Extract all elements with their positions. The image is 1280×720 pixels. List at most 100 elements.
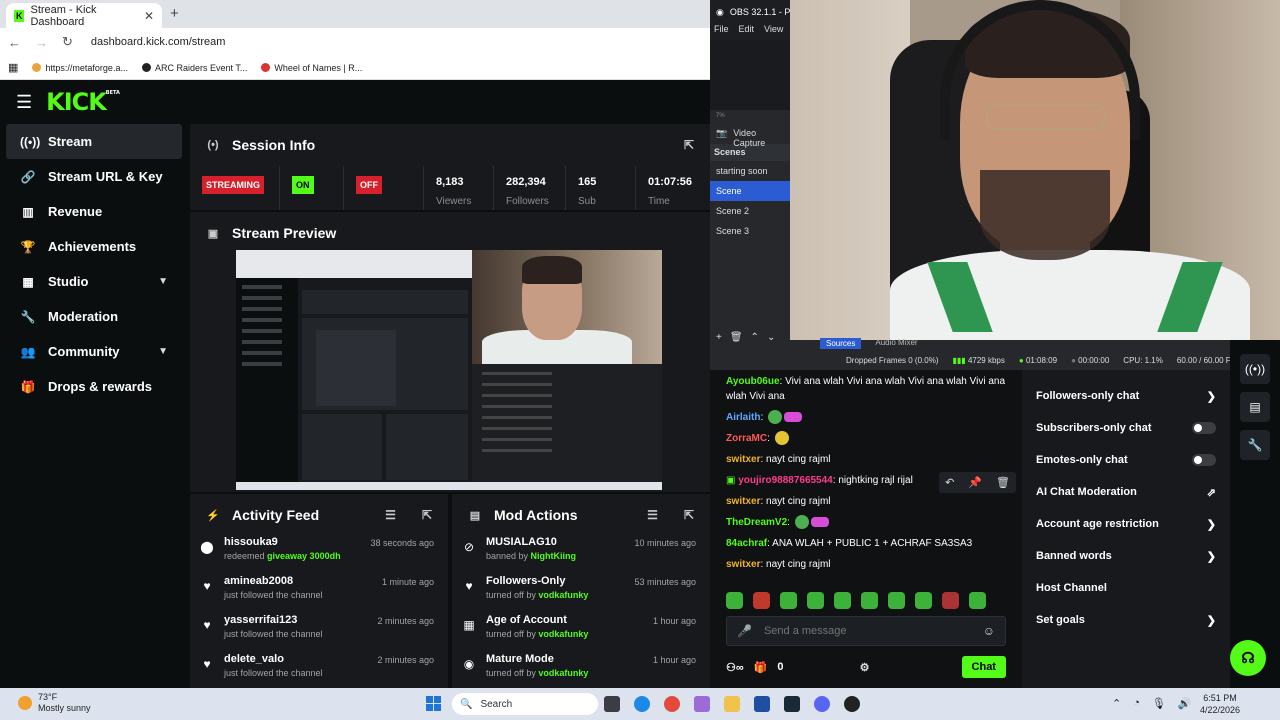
filter-icon[interactable]: ☰ (647, 508, 658, 522)
taskbar-search[interactable]: 🔍 Search (452, 693, 598, 715)
store-icon[interactable] (754, 696, 770, 712)
list-item: ♥ delete_valo just followed the channel 2… (190, 653, 448, 692)
kick-logo[interactable]: KICK BETA (46, 88, 120, 116)
apps-icon[interactable]: ▦ (8, 61, 18, 74)
toggle-switch[interactable] (1192, 454, 1216, 466)
obs-scene-item[interactable]: Scene 3 (710, 221, 790, 241)
chevron-down-icon: ▼ (158, 346, 168, 357)
obs-zoom-level[interactable]: 7% (710, 110, 790, 124)
emote-icon[interactable] (969, 592, 986, 609)
obs-scene-item[interactable]: Scene 2 (710, 201, 790, 221)
host-channel[interactable]: Host Channel (1022, 572, 1230, 604)
toggle-switch[interactable] (1192, 422, 1216, 434)
sidebar-item-community[interactable]: 👥 Community ▼ (6, 334, 182, 369)
external-link-icon: ⇗ (1206, 486, 1216, 499)
emote-icon[interactable] (753, 592, 770, 609)
new-tab-icon[interactable]: + (170, 5, 179, 22)
banned-words[interactable]: Banned words ❯ (1022, 540, 1230, 572)
steam-icon[interactable] (784, 696, 800, 712)
set-goals[interactable]: Set goals ❯ (1022, 604, 1230, 636)
off-badge[interactable]: OFF (356, 176, 382, 194)
trash-icon[interactable]: 🗑 (996, 476, 1010, 489)
emote-icon[interactable] (915, 592, 932, 609)
followers-only-chat[interactable]: Followers-only chat ❯ (1022, 380, 1230, 412)
obs-scene-item[interactable]: starting soon (710, 161, 790, 181)
popout-icon[interactable]: ⇱ (422, 508, 432, 522)
popout-icon[interactable]: ⇱ (684, 138, 694, 152)
emoji-icon[interactable]: ☺ (983, 624, 995, 638)
discord-icon[interactable] (814, 696, 830, 712)
forward-icon[interactable]: → (35, 35, 48, 50)
browser-tab[interactable]: K Stream - Kick Dashboard ✕ (6, 3, 162, 28)
off-stat[interactable]: OFF (344, 166, 424, 210)
users-icon[interactable]: ⚇∞ (726, 661, 744, 674)
emote-icon[interactable] (780, 592, 797, 609)
emote-icon[interactable] (807, 592, 824, 609)
wrench-icon[interactable]: 🔧 (1240, 430, 1270, 460)
bookmark-item[interactable]: https://metaforge.a... (32, 63, 128, 73)
obs-tab-sources[interactable]: Sources (820, 338, 862, 349)
microphone-icon[interactable]: 🎤 (737, 624, 752, 638)
emote-icon[interactable] (726, 592, 743, 609)
bookmark-item[interactable]: Wheel of Names | R... (261, 63, 362, 73)
sidebar-item-achievements[interactable]: 🏆 Achievements (6, 229, 182, 264)
emote-icon[interactable] (942, 592, 959, 609)
obs-source-row[interactable]: 📷 Video Capture (710, 124, 790, 148)
message-input[interactable] (763, 625, 971, 637)
emote-icon[interactable] (834, 592, 851, 609)
task-view-icon[interactable] (604, 696, 620, 712)
reply-icon[interactable]: ↶ (945, 476, 954, 489)
help-headset-icon[interactable]: ☊ (1230, 640, 1266, 676)
weather-widget[interactable]: 73°F Mostly sunny (18, 692, 91, 714)
obs-icon[interactable] (844, 696, 860, 712)
volume-icon[interactable]: 🔊 (1178, 697, 1192, 710)
menu-icon[interactable]: ☰ (16, 92, 32, 113)
obs-menu-edit[interactable]: Edit (739, 24, 755, 40)
up-icon[interactable]: ⌃ (751, 332, 759, 348)
down-icon[interactable]: ⌄ (767, 332, 775, 348)
network-icon[interactable]: ◔ (1133, 697, 1140, 710)
ai-chat-moderation[interactable]: AI Chat Moderation ⇗ (1022, 476, 1230, 508)
add-icon[interactable]: + (716, 332, 722, 348)
url-field[interactable]: dashboard.kick.com/stream (91, 36, 226, 48)
reload-icon[interactable]: ↻ (62, 34, 73, 50)
chat-message: switxer: nayt cing rajml (726, 496, 831, 507)
obs-scene-item[interactable]: Scene (710, 181, 790, 201)
account-age-restriction[interactable]: Account age restriction ❯ (1022, 508, 1230, 540)
popout-icon[interactable]: ⇱ (684, 508, 694, 522)
emotes-only-chat[interactable]: Emotes-only chat (1022, 444, 1230, 476)
close-tab-icon[interactable]: ✕ (144, 9, 154, 23)
windows-start-icon[interactable] (426, 696, 441, 711)
on-badge[interactable]: ON (292, 176, 314, 194)
mic-icon[interactable]: 🎙 (1152, 697, 1166, 710)
emote-icon[interactable] (888, 592, 905, 609)
obs-menu-view[interactable]: View (764, 24, 783, 40)
chevron-up-icon[interactable]: ⌃ (1112, 697, 1121, 710)
chrome-icon[interactable] (664, 696, 680, 712)
obs-tab-audio-mixer[interactable]: Audio Mixer (875, 338, 917, 349)
sidebar-item-studio[interactable]: ▦ Studio ▼ (6, 264, 182, 299)
stream-preview-video[interactable] (236, 250, 662, 490)
broadcast-icon[interactable]: ((•)) (1240, 354, 1270, 384)
obs-menu-file[interactable]: File (714, 24, 729, 40)
back-icon[interactable]: ← (8, 35, 21, 50)
sidebar-item-drops[interactable]: 🎁 Drops & rewards (6, 369, 182, 404)
subscribers-only-chat[interactable]: Subscribers-only chat (1022, 412, 1230, 444)
app-icon[interactable] (694, 696, 710, 712)
chat-send-button[interactable]: Chat (961, 656, 1006, 678)
bookmark-item[interactable]: ARC Raiders Event T... (141, 63, 247, 73)
folder-icon[interactable] (724, 696, 740, 712)
layout-icon[interactable]: ▤ (1240, 392, 1270, 422)
pin-icon[interactable]: 📌 (968, 476, 982, 489)
taskbar-clock[interactable]: 6:51 PM 4/22/2026 (1200, 692, 1240, 716)
emote-icon[interactable] (861, 592, 878, 609)
edge-icon[interactable] (634, 696, 650, 712)
on-stat[interactable]: ON (280, 166, 344, 210)
sidebar-item-revenue[interactable]: ▥ Revenue (6, 194, 182, 229)
sidebar-item-stream-url[interactable]: 🔗 Stream URL & Key (6, 159, 182, 194)
sidebar-item-stream[interactable]: ((•)) Stream (6, 124, 182, 159)
sidebar-item-moderation[interactable]: 🔧 Moderation (6, 299, 182, 334)
trash-icon[interactable]: 🗑 (730, 332, 743, 348)
filter-icon[interactable]: ☰ (385, 508, 396, 522)
gear-icon[interactable]: ⚙ (860, 661, 870, 674)
